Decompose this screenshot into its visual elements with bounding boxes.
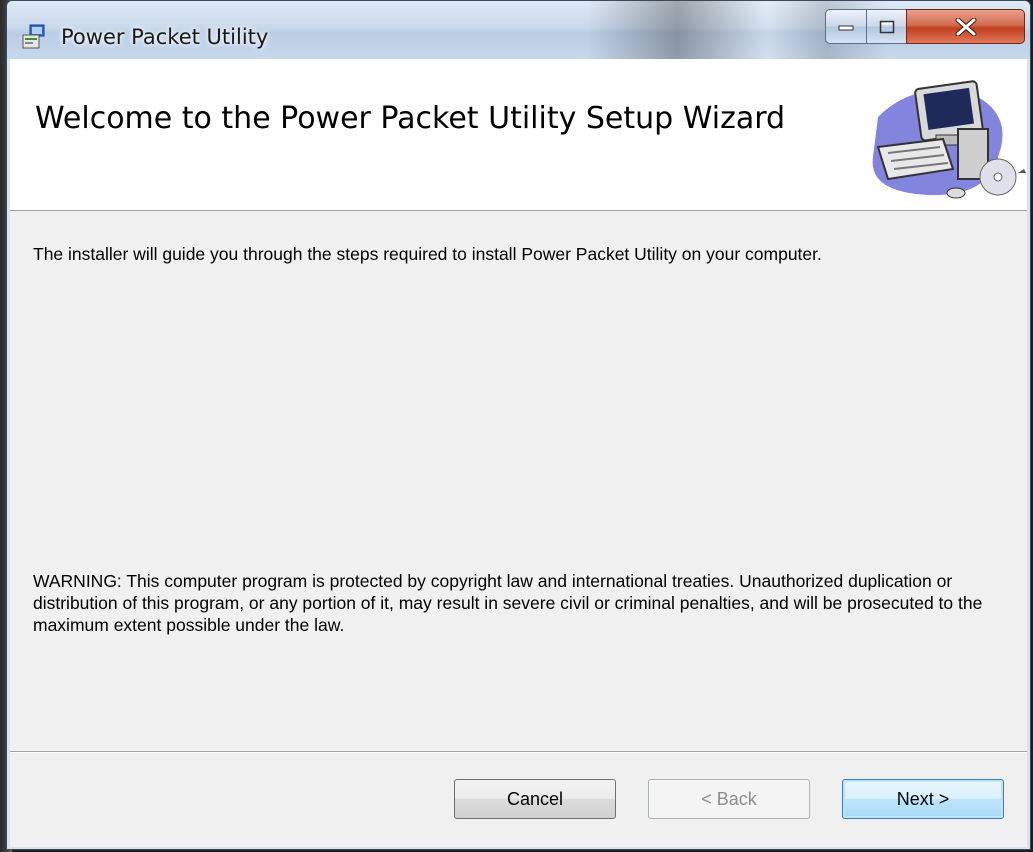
wizard-banner: Welcome to the Power Packet Utility Setu… [10,59,1027,211]
intro-text: The installer will guide you through the… [33,244,822,264]
computer-cd-icon [872,80,1026,199]
wizard-content: The installer will guide you through the… [10,211,1027,751]
back-button: < Back [648,779,810,819]
installer-icon [22,24,45,49]
close-button[interactable] [906,9,1025,44]
window-title: Power Packet Utility [61,25,269,49]
minimize-button[interactable] [825,9,867,44]
maximize-icon [879,20,894,33]
title-bar[interactable]: Power Packet Utility [7,1,1030,59]
copyright-warning: WARNING: This computer program is protec… [33,571,983,635]
installer-window: Power Packet Utility Welcome to the Powe… [6,0,1031,850]
next-button[interactable]: Next > [842,779,1004,819]
wizard-title: Welcome to the Power Packet Utility Setu… [35,101,786,136]
button-bar: Cancel < Back Next > [10,753,1027,847]
close-icon [955,17,976,36]
maximize-button[interactable] [866,9,907,44]
minimize-icon [838,25,854,30]
cancel-button[interactable]: Cancel [454,779,616,819]
